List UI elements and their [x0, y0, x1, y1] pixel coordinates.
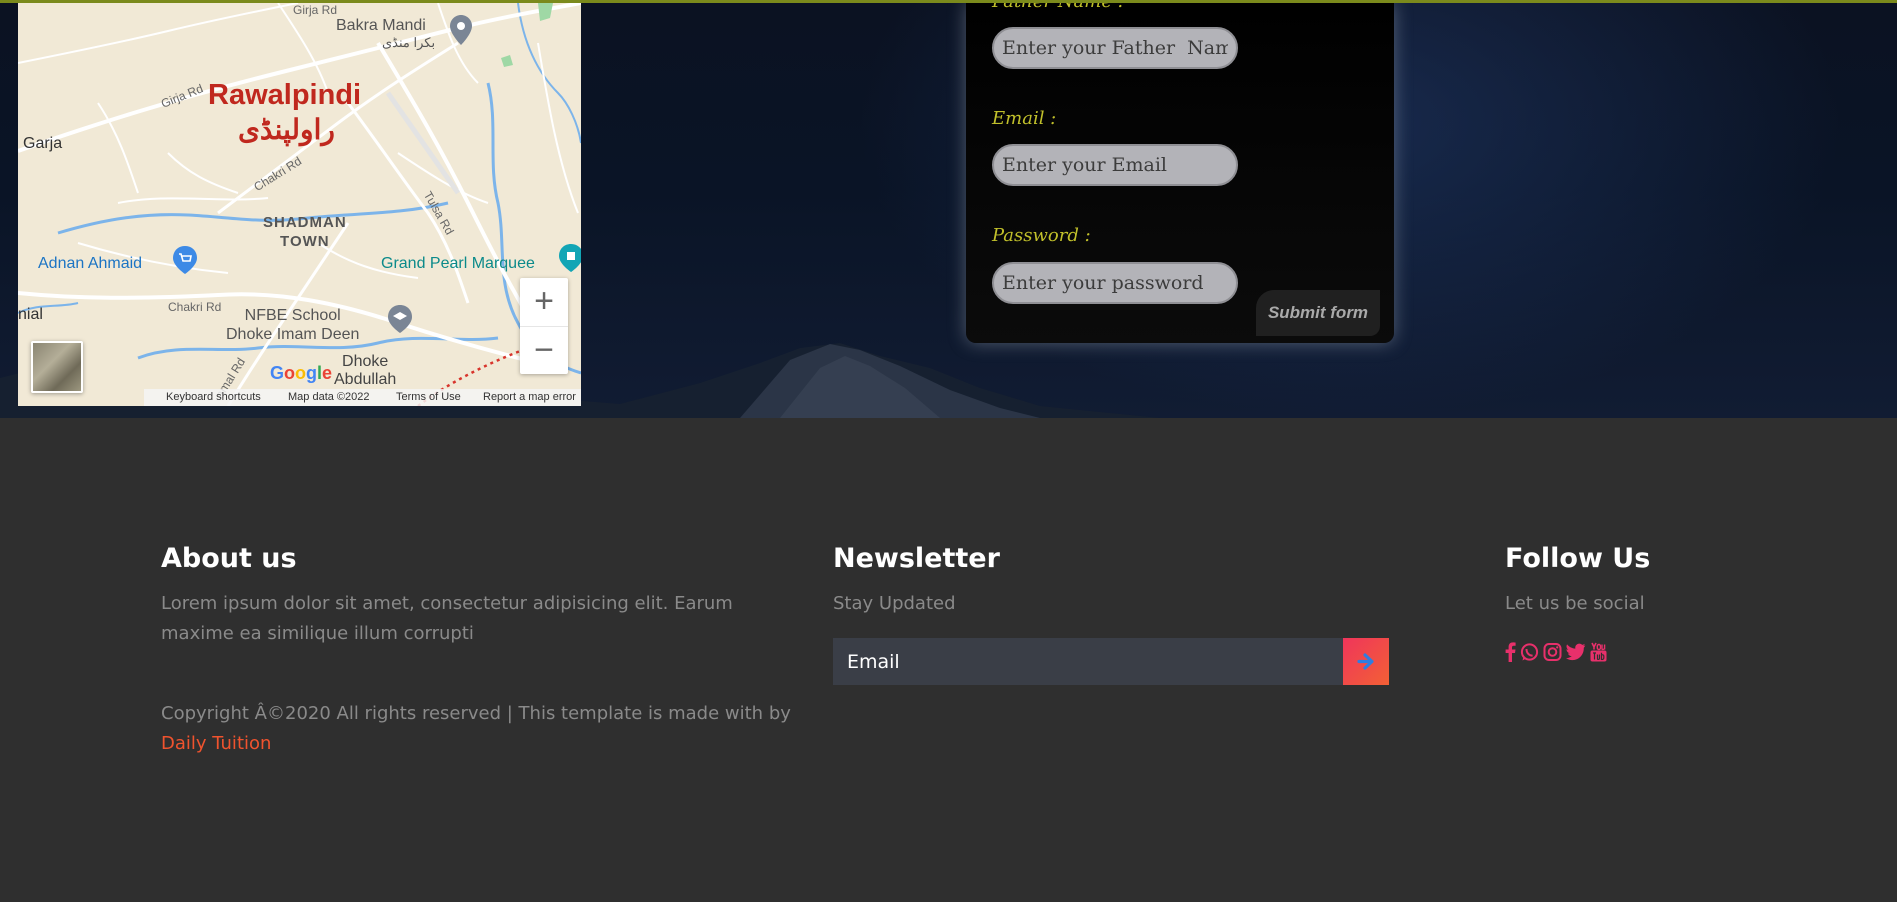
terms-of-use-link[interactable]: Terms of Use: [396, 391, 461, 403]
about-us-text: Lorem ipsum dolor sit amet, consectetur …: [161, 593, 733, 644]
school-pin-icon[interactable]: [388, 305, 412, 333]
father-name-input[interactable]: [992, 27, 1238, 69]
map-road-label: Girja Rd: [293, 3, 338, 17]
zoom-out-button[interactable]: −: [520, 326, 568, 375]
report-map-error-link[interactable]: Report a map error: [483, 391, 576, 403]
about-us-heading: About us: [161, 543, 297, 574]
google-logo[interactable]: Google: [270, 363, 332, 384]
map-zoom-controls: + −: [520, 278, 568, 374]
map-road-label: Chakri Rd: [168, 300, 222, 314]
password-input[interactable]: [992, 262, 1238, 304]
shopping-cart-pin-icon[interactable]: [173, 246, 197, 274]
copyright-block: Copyright Â©2020 All rights reserved | T…: [161, 699, 801, 759]
email-input[interactable]: [992, 144, 1238, 186]
map-place-label: nial: [18, 306, 43, 323]
follow-us-subtitle: Let us be social: [1505, 593, 1645, 614]
email-label: Email :: [992, 108, 1057, 129]
newsletter-heading: Newsletter: [833, 543, 1000, 574]
copyright-text: Copyright Â©2020 All rights reserved | T…: [161, 703, 791, 724]
map-city-label-urdu: راولپنڈی: [238, 114, 335, 145]
daily-tuition-link[interactable]: Daily Tuition: [161, 733, 271, 754]
zoom-in-button[interactable]: +: [520, 278, 568, 326]
instagram-icon[interactable]: [1543, 642, 1562, 662]
newsletter-submit-button[interactable]: [1343, 638, 1389, 685]
submit-form-button[interactable]: Submit form: [1256, 290, 1380, 336]
venue-pin-icon[interactable]: [559, 244, 581, 272]
newsletter-subtitle: Stay Updated: [833, 593, 956, 614]
hero-section: Rawalpindi راولپنڈی Bakra Mandi بکرا منڈ…: [0, 0, 1897, 418]
map-place-label: Bakra Mandi: [336, 17, 426, 34]
password-label: Password :: [992, 225, 1091, 246]
keyboard-shortcuts-link[interactable]: Keyboard shortcuts: [166, 391, 261, 403]
map-place-label-urdu: بکرا منڈی: [382, 35, 436, 50]
google-map[interactable]: Rawalpindi راولپنڈی Bakra Mandi بکرا منڈ…: [18, 3, 581, 406]
satellite-view-toggle[interactable]: [31, 341, 83, 393]
follow-us-heading: Follow Us: [1505, 543, 1651, 574]
map-area-label: SHADMAN TOWN: [263, 214, 347, 250]
map-place-label: Garja: [23, 135, 63, 152]
twitter-icon[interactable]: [1566, 642, 1586, 662]
location-pin-icon[interactable]: [450, 15, 472, 45]
map-poi-label[interactable]: Adnan Ahmaid: [38, 255, 142, 273]
newsletter-form: [833, 638, 1389, 685]
map-place-label: Dhoke Abdullah: [334, 353, 397, 388]
registration-form: Father Name : Email : Password : Submit …: [966, 3, 1394, 343]
facebook-icon[interactable]: [1504, 642, 1516, 662]
arrow-right-icon: [1357, 653, 1374, 670]
map-data-text: Map data ©2022: [288, 391, 370, 403]
father-name-label: Father Name :: [992, 0, 1124, 12]
map-poi-label[interactable]: Grand Pearl Marquee: [381, 255, 535, 273]
map-poi-label[interactable]: NFBE School Dhoke Imam Deen: [226, 306, 359, 344]
map-footer: Keyboard shortcuts Map data ©2022 Terms …: [144, 389, 581, 406]
map-roads: [18, 3, 581, 406]
youtube-icon[interactable]: [1590, 642, 1607, 662]
whatsapp-icon[interactable]: [1520, 642, 1539, 662]
map-city-label: Rawalpindi: [208, 79, 362, 111]
newsletter-email-input[interactable]: [833, 638, 1343, 685]
